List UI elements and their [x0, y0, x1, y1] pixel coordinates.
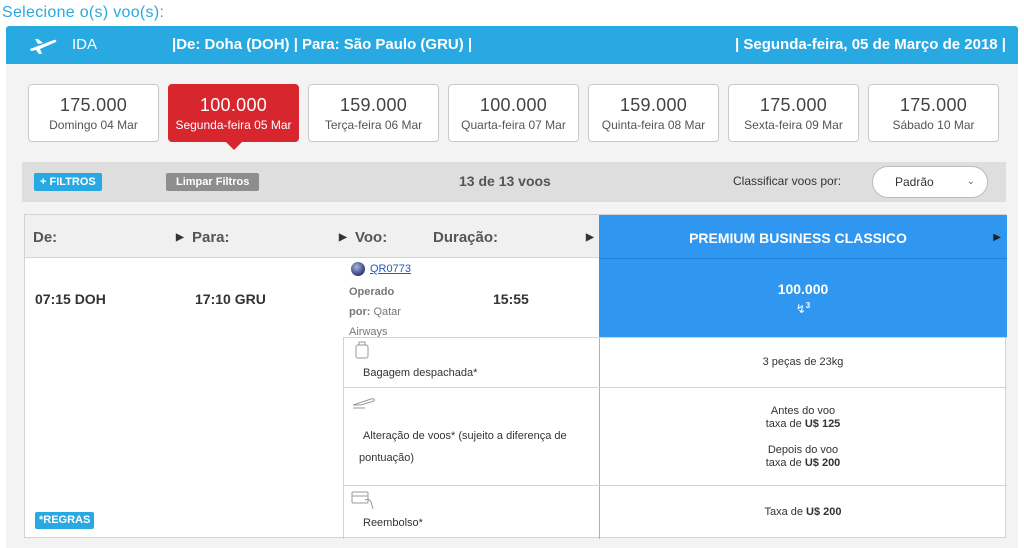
- flight-row[interactable]: 07:15 DOH 17:10 GRU QR0773 Operado por: …: [25, 258, 599, 338]
- date-tab-04[interactable]: 175.000 Domingo 04 Mar: [28, 84, 159, 142]
- sort-value: Padrão: [895, 175, 934, 189]
- direction-label: IDA: [72, 36, 98, 53]
- date-price: 159.000: [339, 95, 408, 115]
- route-date: | Segunda-feira, 05 de Março de 2018 |: [735, 36, 1006, 53]
- page-title: Selecione o(s) voo(s):: [2, 4, 165, 21]
- rules-divider: [343, 337, 344, 539]
- header-from: De:: [33, 229, 58, 246]
- date-tab-07[interactable]: 100.000 Quarta-feira 07 Mar: [448, 84, 579, 142]
- sort-arrow-icon[interactable]: ▶: [993, 232, 1001, 243]
- chevron-down-icon: ⌄: [966, 176, 975, 187]
- baggage-value: 3 peças de 23kg: [762, 356, 844, 368]
- flight-duration: 15:55: [493, 291, 529, 307]
- change-before: Antes do voo taxa de U$ 125: [599, 405, 1007, 431]
- date-price: 100.000: [199, 95, 268, 115]
- fare-divider: [599, 258, 1007, 259]
- sort-arrow-icon[interactable]: ▶: [586, 232, 594, 243]
- sort-arrow-icon[interactable]: ▶: [339, 232, 347, 243]
- date-price: 175.000: [759, 95, 828, 115]
- flight-table: De: ▶ Para: ▶ Voo: Duração: ▶ PREMIUM BU…: [24, 214, 1007, 539]
- header-duration: Duração:: [433, 229, 499, 246]
- date-tab-06[interactable]: 159.000 Terça-feira 06 Mar: [308, 84, 439, 142]
- header-flight: Voo:: [355, 229, 388, 246]
- change-before-title: Antes do voo: [770, 405, 836, 417]
- sort-label: Classificar voos por:: [733, 174, 842, 188]
- seat-icon: ↯3: [795, 301, 811, 316]
- change-after-fee: U$ 200: [804, 457, 841, 469]
- date-price: 159.000: [619, 95, 688, 115]
- date-selector: 175.000 Domingo 04 Mar 100.000 Segunda-f…: [28, 84, 1008, 150]
- fare-class-title: PREMIUM BUSINESS CLASSICO: [689, 230, 907, 246]
- date-day: Sexta-feira 09 Mar: [744, 118, 843, 132]
- header-to: Para:: [192, 229, 230, 246]
- airplane-icon: [30, 39, 57, 54]
- date-tab-09[interactable]: 175.000 Sexta-feira 09 Mar: [728, 84, 859, 142]
- table-header: De: ▶ Para: ▶ Voo: Duração: ▶: [25, 215, 599, 258]
- change-after: Depois do voo taxa de U$ 200: [599, 444, 1007, 470]
- date-day: Quarta-feira 07 Mar: [461, 118, 566, 132]
- flight-number-link[interactable]: QR0773: [370, 263, 411, 275]
- refund-label: Reembolso*: [363, 517, 423, 529]
- change-label-2: pontuação): [359, 452, 415, 464]
- date-day: Segunda-feira 05 Mar: [175, 118, 292, 132]
- refund-icon: [351, 491, 374, 510]
- date-price: 175.000: [899, 95, 968, 115]
- operated-label: Operado: [349, 286, 395, 298]
- change-after-title: Depois do voo: [767, 444, 839, 456]
- change-before-fee: U$ 125: [804, 418, 841, 430]
- date-tab-10[interactable]: 175.000 Sábado 10 Mar: [868, 84, 999, 142]
- sort-arrow-icon[interactable]: ▶: [176, 232, 184, 243]
- results-panel: 175.000 Domingo 04 Mar 100.000 Segunda-f…: [6, 64, 1018, 548]
- date-tab-05[interactable]: 100.000 Segunda-feira 05 Mar: [168, 84, 299, 150]
- date-day: Quinta-feira 08 Mar: [601, 118, 706, 132]
- airline-logo-icon: [351, 262, 365, 276]
- operated-by-label: por:: [349, 306, 371, 318]
- change-after-text: taxa de: [765, 457, 805, 469]
- flight-change-icon: [352, 398, 375, 409]
- date-day: Sábado 10 Mar: [892, 118, 975, 132]
- change-before-text: taxa de: [765, 418, 805, 430]
- date-day: Terça-feira 06 Mar: [324, 118, 423, 132]
- date-price: 175.000: [59, 95, 128, 115]
- baggage-label: Bagagem despachada*: [363, 367, 478, 379]
- sort-select[interactable]: Padrão ⌄: [872, 166, 988, 198]
- seats-left: 3: [805, 301, 811, 310]
- refund-fee: U$ 200: [806, 506, 842, 518]
- filters-button[interactable]: + FILTROS: [34, 173, 102, 191]
- arrival-time: 17:10 GRU: [195, 291, 266, 307]
- filter-bar: + FILTROS Limpar Filtros 13 de 13 voos C…: [22, 162, 1006, 202]
- operated-airline: Qatar: [370, 306, 401, 318]
- operated-by: Operado por: Qatar Airways: [349, 282, 429, 342]
- refund-text: Taxa de: [764, 506, 807, 518]
- rules-button[interactable]: *REGRAS: [35, 512, 95, 529]
- date-tab-08[interactable]: 159.000 Quinta-feira 08 Mar: [588, 84, 719, 142]
- date-price: 100.000: [479, 95, 548, 115]
- fare-points: 100.000: [777, 281, 829, 297]
- flight-count: 13 de 13 voos: [459, 173, 551, 189]
- row-divider: [343, 337, 1007, 338]
- clear-filters-button[interactable]: Limpar Filtros: [166, 173, 260, 191]
- refund-value: Taxa de U$ 200: [599, 506, 1007, 519]
- fare-column[interactable]: PREMIUM BUSINESS CLASSICO ▶ 100.000 ↯3: [599, 215, 1007, 337]
- row-divider: [343, 485, 1007, 486]
- date-day: Domingo 04 Mar: [49, 118, 138, 132]
- row-divider: [343, 387, 1007, 388]
- change-label: Alteração de voos* (sujeito a diferença …: [363, 430, 567, 442]
- route-text: |De: Doha (DOH) | Para: São Paulo (GRU) …: [172, 36, 473, 53]
- departure-time: 07:15 DOH: [35, 291, 106, 307]
- route-header: IDA |De: Doha (DOH) | Para: São Paulo (G…: [6, 26, 1018, 64]
- baggage-icon: [355, 341, 369, 359]
